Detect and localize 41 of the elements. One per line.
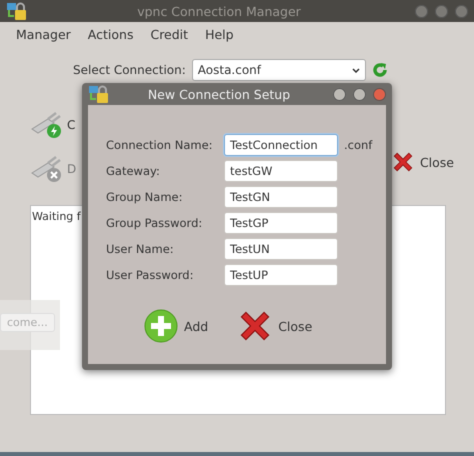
field-label: Select Connection: — [73, 63, 186, 77]
add-icon — [144, 309, 178, 343]
caret-icon — [352, 68, 360, 72]
suffix-label: .conf — [344, 138, 374, 152]
text-field[interactable]: TestUP — [224, 264, 338, 286]
maximize-button[interactable] — [353, 88, 366, 100]
maximize-button[interactable] — [435, 4, 448, 18]
menu-item[interactable]: Manager — [16, 27, 71, 42]
field-label: User Password: — [106, 268, 194, 282]
refresh-icon[interactable] — [372, 62, 388, 78]
close-icon — [392, 151, 414, 173]
plug-connect-icon[interactable] — [30, 111, 64, 139]
menu-item[interactable]: Credit — [150, 27, 188, 42]
plug-disconnect-icon[interactable] — [30, 155, 64, 183]
close-button[interactable] — [455, 4, 468, 18]
menu-item[interactable]: Actions — [88, 27, 134, 42]
field-label: User Name: — [106, 242, 175, 256]
text-field[interactable]: TestUN — [224, 238, 338, 260]
menu-item[interactable]: Help — [205, 27, 234, 42]
minimize-button[interactable] — [333, 88, 346, 100]
action-label: C — [67, 118, 76, 132]
close-button[interactable]: Close — [238, 309, 312, 343]
text-field[interactable]: TestGN — [224, 186, 338, 208]
close-button[interactable]: Close — [392, 149, 454, 175]
connection-dropdown[interactable]: Aosta.conf — [192, 59, 366, 81]
field-label: Group Name: — [106, 190, 184, 204]
log-text: Waiting f — [32, 210, 81, 223]
text-field[interactable]: TestGP — [224, 212, 338, 234]
close-button[interactable] — [373, 88, 386, 100]
field-label: Group Password: — [106, 216, 204, 230]
window-title: vpnc Connection Manager — [136, 4, 302, 18]
dialog-title: New Connection Setup — [146, 86, 292, 102]
field-label: Connection Name: — [106, 138, 214, 152]
minimize-button[interactable] — [415, 4, 428, 18]
action-label: D — [67, 162, 76, 176]
text-field[interactable]: TestConnection — [224, 134, 338, 156]
text-field[interactable]: testGW — [224, 160, 338, 182]
lock-icon — [6, 1, 26, 21]
field-label: Gateway: — [106, 164, 161, 178]
add-button[interactable]: Add — [144, 309, 208, 343]
lock-icon — [88, 84, 108, 104]
